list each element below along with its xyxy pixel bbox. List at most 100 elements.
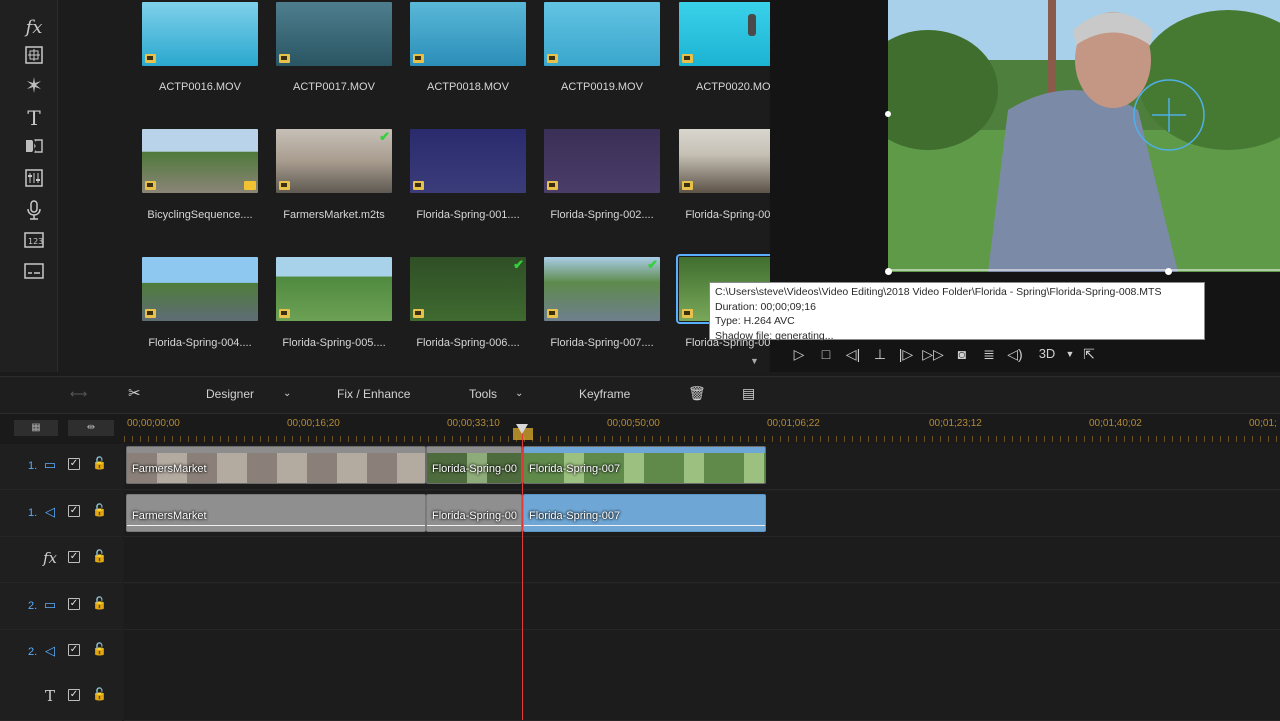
timeline-view-icon[interactable]: ▦ bbox=[14, 420, 58, 436]
snapshot-icon[interactable]: ◙ bbox=[951, 344, 973, 364]
scissors-icon[interactable]: ✂ bbox=[128, 384, 141, 402]
timeline-tracks: 1. ▭ ✓ 🔓 1. ◁ ✓ 🔓 fx ✓ 🔓 2. ▭ ✓ 🔓 2. ◁ ✓ 🔓 T ✓ 🔓 FarmersMarket… bbox=[0, 444, 1280, 721]
track-header: T ✓ 🔓 bbox=[0, 675, 122, 721]
track-header: 2. ◁ ✓ 🔓 bbox=[0, 630, 122, 676]
chevron-down-icon[interactable]: ⌄ bbox=[515, 388, 523, 399]
track-enable-checkbox[interactable]: ✓ bbox=[68, 458, 80, 470]
video-clip[interactable]: Florida-Spring-007 bbox=[523, 446, 766, 484]
split-icon[interactable]: ⊥ bbox=[869, 344, 891, 364]
trash-icon[interactable]: 🗑 bbox=[688, 385, 706, 402]
track-lane[interactable] bbox=[124, 584, 1280, 630]
fix-enhance-button[interactable]: Fix / Enhance bbox=[337, 387, 410, 401]
pip-icon[interactable] bbox=[20, 46, 48, 70]
media-thumbnail[interactable] bbox=[544, 129, 660, 193]
previous-frame-icon[interactable]: ◁| bbox=[842, 344, 864, 364]
volume-line[interactable] bbox=[524, 525, 765, 526]
volume-line[interactable] bbox=[127, 525, 425, 526]
chevron-down-icon[interactable]: ⌄ bbox=[283, 388, 291, 399]
transform-handle[interactable] bbox=[885, 268, 892, 275]
audio-clip[interactable]: Florida-Spring-007 bbox=[523, 494, 766, 532]
audio-mix-icon[interactable] bbox=[20, 169, 48, 193]
lock-icon[interactable]: 🔓 bbox=[92, 549, 107, 563]
keyframe-button[interactable]: Keyframe bbox=[579, 387, 630, 401]
subtitle-icon[interactable] bbox=[20, 262, 48, 286]
play-icon[interactable]: ▷ bbox=[788, 344, 810, 364]
track-enable-checkbox[interactable]: ✓ bbox=[68, 598, 80, 610]
video-track-icon: ▭ bbox=[43, 457, 57, 472]
particle-icon[interactable] bbox=[20, 76, 48, 100]
audio-clip[interactable]: Florida-Spring-00 bbox=[426, 494, 522, 532]
tooltip-duration: Duration: 00;00;09;16 bbox=[715, 300, 816, 313]
media-thumbnail[interactable] bbox=[142, 129, 258, 193]
track-enable-checkbox[interactable]: ✓ bbox=[68, 644, 80, 656]
lock-icon[interactable]: 🔓 bbox=[92, 503, 107, 517]
track-lane[interactable] bbox=[124, 675, 1280, 721]
media-thumbnail[interactable]: ✔ bbox=[276, 129, 392, 193]
designer-menu[interactable]: Designer bbox=[206, 387, 254, 401]
media-thumbnail[interactable] bbox=[276, 257, 392, 321]
track-enable-checkbox[interactable]: ✓ bbox=[68, 551, 80, 563]
ruler-timecode: 00;01;23;12 bbox=[929, 418, 982, 429]
media-thumbnail[interactable] bbox=[410, 129, 526, 193]
track-enable-checkbox[interactable]: ✓ bbox=[68, 689, 80, 701]
playhead[interactable] bbox=[522, 428, 523, 720]
preview-video[interactable] bbox=[888, 0, 1280, 272]
lock-icon[interactable]: 🔓 bbox=[92, 596, 107, 610]
volume-line[interactable] bbox=[427, 525, 521, 526]
stop-icon[interactable]: □ bbox=[815, 344, 837, 364]
media-filename: FarmersMarket.m2ts bbox=[283, 209, 385, 221]
next-frame-icon[interactable]: |▷ bbox=[895, 344, 917, 364]
tooltip-type: Type: H.264 AVC bbox=[715, 315, 795, 327]
video-file-icon bbox=[547, 181, 558, 190]
track-number: 2. bbox=[28, 600, 38, 612]
lock-icon[interactable]: 🔓 bbox=[92, 687, 107, 701]
video-clip[interactable]: FarmersMarket bbox=[126, 446, 426, 484]
ruler-timecode: 00;00;50;00 bbox=[607, 418, 660, 429]
clip-label: Florida-Spring-00 bbox=[432, 463, 517, 475]
scroll-down-icon[interactable]: ▼ bbox=[750, 356, 759, 366]
media-thumbnail[interactable] bbox=[142, 257, 258, 321]
settings-icon[interactable]: ≣ bbox=[978, 344, 1000, 364]
library-scrollbar[interactable] bbox=[748, 14, 756, 36]
media-thumbnail[interactable] bbox=[276, 2, 392, 66]
media-thumbnail[interactable]: ✔ bbox=[410, 257, 526, 321]
title-icon[interactable]: T bbox=[20, 106, 48, 130]
lock-icon[interactable]: 🔓 bbox=[92, 642, 107, 656]
tools-menu[interactable]: Tools bbox=[469, 387, 497, 401]
volume-icon[interactable]: ◁) bbox=[1004, 344, 1026, 364]
video-clip[interactable]: Florida-Spring-00 bbox=[426, 446, 522, 484]
tool-sidebar: fx T 123 › bbox=[0, 0, 70, 372]
trim-icon[interactable]: ⟷ bbox=[70, 387, 87, 401]
track-lane[interactable] bbox=[124, 537, 1280, 583]
media-filename: BicyclingSequence.... bbox=[147, 209, 253, 221]
fit-timeline-icon[interactable]: ⇹ bbox=[68, 420, 114, 436]
effect-track-icon: fx bbox=[42, 549, 57, 567]
transform-handle[interactable] bbox=[1165, 268, 1172, 275]
clip-properties-icon[interactable]: ▤ bbox=[742, 385, 755, 402]
3d-mode-button[interactable]: 3D bbox=[1032, 344, 1062, 364]
lock-icon[interactable]: 🔓 bbox=[92, 456, 107, 470]
media-thumbnail[interactable]: ✔ bbox=[544, 257, 660, 321]
chapter-icon[interactable]: 123 bbox=[20, 231, 48, 255]
undock-icon[interactable]: ⇱ bbox=[1078, 344, 1100, 364]
used-check-icon: ✔ bbox=[513, 257, 524, 272]
audio-clip[interactable]: FarmersMarket bbox=[126, 494, 426, 532]
track-header: fx ✓ 🔓 bbox=[0, 537, 122, 583]
fast-forward-icon[interactable]: ▷▷ bbox=[922, 344, 944, 364]
microphone-icon[interactable] bbox=[20, 200, 48, 224]
timeline-ruler[interactable]: ▦ ⇹ 00;00;00;00 00;00;16;20 00;00;33;10 00;… bbox=[0, 414, 1280, 444]
video-file-icon bbox=[279, 309, 290, 318]
fx-icon[interactable]: fx bbox=[20, 16, 48, 40]
player-controls: ▷ □ ◁| ⊥ |▷ ▷▷ ◙ ≣ ◁) 3D ▼ ⇱ bbox=[780, 340, 1280, 368]
audio-track-icon: ◁ bbox=[45, 504, 55, 519]
media-filename: ACTP0019.MOV bbox=[561, 81, 643, 93]
ruler-timecode: 00;00;33;10 bbox=[447, 418, 500, 429]
transition-icon[interactable] bbox=[20, 137, 48, 161]
track-lane[interactable] bbox=[124, 630, 1280, 676]
media-thumbnail[interactable] bbox=[410, 2, 526, 66]
transform-handle[interactable] bbox=[885, 111, 891, 117]
video-file-icon bbox=[682, 309, 693, 318]
track-enable-checkbox[interactable]: ✓ bbox=[68, 505, 80, 517]
media-thumbnail[interactable] bbox=[142, 2, 258, 66]
media-thumbnail[interactable] bbox=[544, 2, 660, 66]
